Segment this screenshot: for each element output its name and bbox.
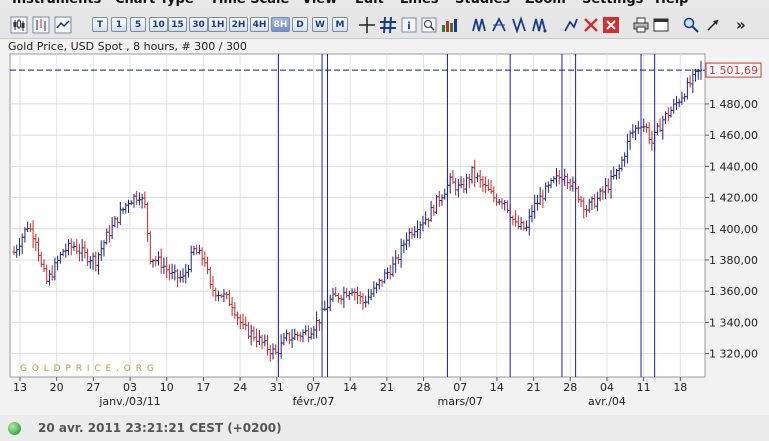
current-price-label: 1 501,69 <box>709 64 758 77</box>
timeframe-button-1[interactable]: 1 <box>111 17 127 32</box>
x-tick-label: 14 <box>343 381 357 394</box>
chart-header: Gold Price, USD Spot , 8 hours, # 300 / … <box>8 40 247 53</box>
magnifier-icon[interactable] <box>682 16 700 34</box>
status-bar: 20 avr. 2011 23:21:21 CEST (+0200) <box>0 416 769 441</box>
x-tick-label: 13 <box>13 381 27 394</box>
timeframe-button-1h[interactable]: 1H <box>208 17 227 32</box>
timeframe-button-10[interactable]: 10 <box>149 17 168 32</box>
volume-bars-icon[interactable] <box>440 16 458 34</box>
line-chart-icon[interactable] <box>54 16 72 34</box>
x-tick-label: 14 <box>490 381 504 394</box>
y-tick-label: 1 360,00 <box>709 285 758 298</box>
timeframe-button-t[interactable]: T <box>92 17 108 32</box>
y-tick-label: 1 440,00 <box>709 160 758 173</box>
zoom-in-tool-icon[interactable] <box>420 16 438 34</box>
timeframe-button-4h[interactable]: 4H <box>250 17 269 32</box>
x-tick-label: 20 <box>50 381 64 394</box>
trendline-tool-3-icon[interactable] <box>510 16 528 34</box>
y-tick-label: 1 340,00 <box>709 316 758 329</box>
timeframe-button-d[interactable]: D <box>292 17 308 32</box>
menu-instruments[interactable]: Instruments <box>12 0 101 7</box>
x-tick-label: 27 <box>86 381 100 394</box>
trendline-tool-2-icon[interactable] <box>490 16 508 34</box>
x-tick-label: 17 <box>196 381 210 394</box>
more-tools-button[interactable]: » <box>736 16 746 34</box>
x-tick-label: 31 <box>270 381 284 394</box>
x-month-label: janv./03/11 <box>98 395 160 408</box>
candlestick-chart-icon[interactable] <box>10 16 28 34</box>
x-tick-label: 21 <box>527 381 541 394</box>
menu-view[interactable]: View <box>302 0 337 7</box>
trendline-tool-1-icon[interactable] <box>470 16 488 34</box>
x-tick-label: 03 <box>123 381 137 394</box>
price-chart[interactable]: Gold Price, USD Spot , 8 hours, # 300 / … <box>0 39 769 415</box>
info-icon[interactable]: i <box>400 16 418 34</box>
menu-help[interactable]: Help <box>655 0 688 7</box>
delete-line-icon[interactable] <box>582 16 600 34</box>
x-month-label: mars/07 <box>438 395 483 408</box>
line-tool-icon[interactable] <box>562 16 580 34</box>
ohlc-bar-chart-icon[interactable] <box>32 16 50 34</box>
svg-text:i: i <box>407 21 410 32</box>
chart-panel: Gold Price, USD Spot , 8 hours, # 300 / … <box>0 39 769 415</box>
y-tick-label: 1 400,00 <box>709 223 758 236</box>
x-tick-label: 21 <box>380 381 394 394</box>
x-month-label: févr./07 <box>293 395 335 408</box>
timeframe-button-15[interactable]: 15 <box>168 17 187 32</box>
plot-area <box>9 53 706 378</box>
y-tick-label: 1 460,00 <box>709 129 758 142</box>
timeframe-button-w[interactable]: W <box>312 17 328 32</box>
menu-chart-type[interactable]: Chart Type <box>115 0 194 7</box>
watermark-text: G O L D P R I C E . O R G <box>20 364 155 374</box>
x-tick-label: 28 <box>563 381 577 394</box>
x-tick-label: 11 <box>637 381 651 394</box>
x-month-label: avr./04 <box>588 395 626 408</box>
menu-zoom[interactable]: Zoom <box>525 0 566 7</box>
toolbar: T 1 5 10 15 30 1H 2H 4H 8H D W M i » <box>0 8 769 39</box>
menu-bar: Instruments Chart Type Time Scale View Edit L… <box>0 0 769 8</box>
menu-time-scale[interactable]: Time Scale <box>210 0 289 7</box>
x-tick-label: 07 <box>453 381 467 394</box>
x-tick-label: 24 <box>233 381 247 394</box>
x-tick-label: 10 <box>160 381 174 394</box>
crosshair-icon[interactable] <box>358 16 376 34</box>
delete-all-lines-icon[interactable] <box>602 16 620 34</box>
status-timestamp: 20 avr. 2011 23:21:21 CEST (+0200) <box>38 421 282 435</box>
trendline-tool-4-icon[interactable] <box>530 16 548 34</box>
y-tick-label: 1 320,00 <box>709 348 758 361</box>
timeframe-button-2h[interactable]: 2H <box>229 17 248 32</box>
pointer-tool-icon[interactable] <box>704 16 722 34</box>
x-tick-label: 28 <box>417 381 431 394</box>
y-tick-label: 1 480,00 <box>709 98 758 111</box>
print-icon[interactable] <box>632 16 650 34</box>
window-icon[interactable] <box>652 16 670 34</box>
x-tick-label: 18 <box>673 381 687 394</box>
x-tick-label: 04 <box>600 381 614 394</box>
grid-icon[interactable] <box>379 16 397 34</box>
timeframe-button-5[interactable]: 5 <box>130 17 146 32</box>
x-tick-label: 07 <box>306 381 320 394</box>
menu-lines[interactable]: Lines <box>400 0 439 7</box>
y-tick-label: 1 420,00 <box>709 192 758 205</box>
y-tick-label: 1 380,00 <box>709 254 758 267</box>
menu-settings[interactable]: Settings <box>582 0 643 7</box>
connection-status-led-icon <box>8 422 21 435</box>
menu-edit[interactable]: Edit <box>355 0 384 7</box>
timeframe-button-m[interactable]: M <box>332 17 348 32</box>
menu-studies[interactable]: Studies <box>455 0 510 7</box>
timeframe-button-8h[interactable]: 8H <box>271 17 290 32</box>
timeframe-button-30[interactable]: 30 <box>189 17 208 32</box>
